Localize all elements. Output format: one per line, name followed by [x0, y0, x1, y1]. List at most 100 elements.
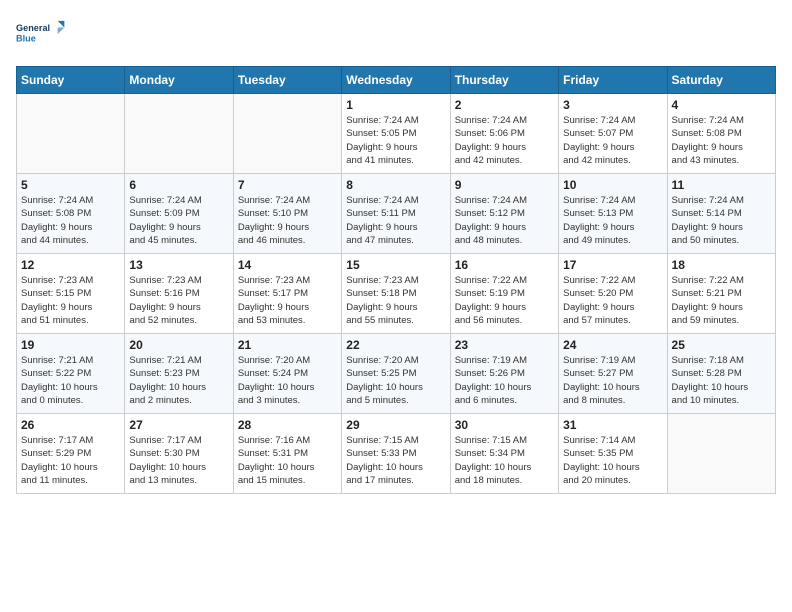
- day-of-week-header: Monday: [125, 67, 233, 94]
- day-info: Sunrise: 7:23 AM Sunset: 5:17 PM Dayligh…: [238, 274, 337, 327]
- day-info: Sunrise: 7:23 AM Sunset: 5:16 PM Dayligh…: [129, 274, 228, 327]
- calendar-cell: [125, 94, 233, 174]
- calendar-cell: 28Sunrise: 7:16 AM Sunset: 5:31 PM Dayli…: [233, 414, 341, 494]
- calendar-cell: 14 Sunrise: 7:23 AM Sunset: 5:17 PM Dayli…: [233, 254, 341, 334]
- day-number: 1: [346, 98, 445, 112]
- calendar-cell: 4 Sunrise: 7:24 AM Sunset: 5:08 PM Daylig…: [667, 94, 775, 174]
- day-number: 25: [672, 338, 771, 352]
- day-number: 21: [238, 338, 337, 352]
- calendar-cell: 6 Sunrise: 7:24 AM Sunset: 5:09 PM Daylig…: [125, 174, 233, 254]
- day-number: 16: [455, 258, 554, 272]
- day-info: Sunrise: 7:24 AM Sunset: 5:11 PM Dayligh…: [346, 194, 445, 247]
- day-number: 6: [129, 178, 228, 192]
- day-info: Sunrise: 7:24 AM Sunset: 5:14 PM Dayligh…: [672, 194, 771, 247]
- calendar-cell: 27 Sunrise: 7:17 AM Sunset: 5:30 PM Dayli…: [125, 414, 233, 494]
- day-number: 20: [129, 338, 228, 352]
- calendar-cell: 2 Sunrise: 7:24 AM Sunset: 5:06 PM Daylig…: [450, 94, 558, 174]
- day-info: Sunrise: 7:24 AM Sunset: 5:12 PM Dayligh…: [455, 194, 554, 247]
- day-info: Sunrise: 7:24 AM Sunset: 5:05 PM Dayligh…: [346, 114, 445, 167]
- day-number: 26: [21, 418, 120, 432]
- day-info: Sunrise: 7:15 AM Sunset: 5:34 PM Dayligh…: [455, 434, 554, 487]
- day-number: 27: [129, 418, 228, 432]
- svg-text:Blue: Blue: [16, 34, 36, 44]
- calendar-cell: 13 Sunrise: 7:23 AM Sunset: 5:16 PM Dayli…: [125, 254, 233, 334]
- day-info: Sunrise: 7:22 AM Sunset: 5:20 PM Dayligh…: [563, 274, 662, 327]
- day-number: 13: [129, 258, 228, 272]
- calendar-cell: 9 Sunrise: 7:24 AM Sunset: 5:12 PM Daylig…: [450, 174, 558, 254]
- calendar-cell: [233, 94, 341, 174]
- day-of-week-header: Sunday: [17, 67, 125, 94]
- day-info: Sunrise: 7:19 AM Sunset: 5:27 PM Dayligh…: [563, 354, 662, 407]
- day-info: Sunrise: 7:22 AM Sunset: 5:21 PM Dayligh…: [672, 274, 771, 327]
- day-number: 3: [563, 98, 662, 112]
- day-info: Sunrise: 7:18 AM Sunset: 5:28 PM Dayligh…: [672, 354, 771, 407]
- calendar-cell: 20 Sunrise: 7:21 AM Sunset: 5:23 PM Dayli…: [125, 334, 233, 414]
- day-info: Sunrise: 7:24 AM Sunset: 5:09 PM Dayligh…: [129, 194, 228, 247]
- calendar-cell: [17, 94, 125, 174]
- day-info: Sunrise: 7:24 AM Sunset: 5:06 PM Dayligh…: [455, 114, 554, 167]
- logo: General Blue: [16, 16, 66, 54]
- day-of-week-header: Saturday: [667, 67, 775, 94]
- day-number: 2: [455, 98, 554, 112]
- day-info: Sunrise: 7:24 AM Sunset: 5:10 PM Dayligh…: [238, 194, 337, 247]
- day-number: 23: [455, 338, 554, 352]
- calendar-cell: 23 Sunrise: 7:19 AM Sunset: 5:26 PM Dayli…: [450, 334, 558, 414]
- calendar-cell: 24Sunrise: 7:19 AM Sunset: 5:27 PM Dayli…: [559, 334, 667, 414]
- header: General Blue: [16, 16, 776, 54]
- day-info: Sunrise: 7:19 AM Sunset: 5:26 PM Dayligh…: [455, 354, 554, 407]
- day-number: 7: [238, 178, 337, 192]
- calendar-cell: 12 Sunrise: 7:23 AM Sunset: 5:15 PM Dayli…: [17, 254, 125, 334]
- day-info: Sunrise: 7:15 AM Sunset: 5:33 PM Dayligh…: [346, 434, 445, 487]
- day-number: 12: [21, 258, 120, 272]
- calendar-cell: [667, 414, 775, 494]
- calendar-cell: 15Sunrise: 7:23 AM Sunset: 5:18 PM Dayli…: [342, 254, 450, 334]
- day-info: Sunrise: 7:21 AM Sunset: 5:23 PM Dayligh…: [129, 354, 228, 407]
- day-number: 19: [21, 338, 120, 352]
- day-of-week-header: Tuesday: [233, 67, 341, 94]
- day-info: Sunrise: 7:17 AM Sunset: 5:29 PM Dayligh…: [21, 434, 120, 487]
- day-number: 9: [455, 178, 554, 192]
- day-number: 28: [238, 418, 337, 432]
- calendar-cell: 22 Sunrise: 7:20 AM Sunset: 5:25 PM Dayli…: [342, 334, 450, 414]
- day-info: Sunrise: 7:22 AM Sunset: 5:19 PM Dayligh…: [455, 274, 554, 327]
- day-number: 30: [455, 418, 554, 432]
- calendar-cell: 26 Sunrise: 7:17 AM Sunset: 5:29 PM Dayli…: [17, 414, 125, 494]
- calendar-cell: 30 Sunrise: 7:15 AM Sunset: 5:34 PM Dayli…: [450, 414, 558, 494]
- day-info: Sunrise: 7:24 AM Sunset: 5:08 PM Dayligh…: [672, 114, 771, 167]
- calendar-cell: 16 Sunrise: 7:22 AM Sunset: 5:19 PM Dayli…: [450, 254, 558, 334]
- logo-svg: General Blue: [16, 16, 66, 54]
- day-of-week-header: Thursday: [450, 67, 558, 94]
- calendar-cell: 10 Sunrise: 7:24 AM Sunset: 5:13 PM Dayli…: [559, 174, 667, 254]
- calendar-cell: 7 Sunrise: 7:24 AM Sunset: 5:10 PM Daylig…: [233, 174, 341, 254]
- calendar-cell: 25 Sunrise: 7:18 AM Sunset: 5:28 PM Dayli…: [667, 334, 775, 414]
- day-info: Sunrise: 7:23 AM Sunset: 5:15 PM Dayligh…: [21, 274, 120, 327]
- calendar-cell: 21Sunrise: 7:20 AM Sunset: 5:24 PM Dayli…: [233, 334, 341, 414]
- calendar-cell: 11Sunrise: 7:24 AM Sunset: 5:14 PM Dayli…: [667, 174, 775, 254]
- day-info: Sunrise: 7:14 AM Sunset: 5:35 PM Dayligh…: [563, 434, 662, 487]
- day-info: Sunrise: 7:20 AM Sunset: 5:25 PM Dayligh…: [346, 354, 445, 407]
- day-number: 14: [238, 258, 337, 272]
- calendar-cell: 18 Sunrise: 7:22 AM Sunset: 5:21 PM Dayli…: [667, 254, 775, 334]
- day-number: 4: [672, 98, 771, 112]
- day-number: 5: [21, 178, 120, 192]
- calendar-cell: 3 Sunrise: 7:24 AM Sunset: 5:07 PM Daylig…: [559, 94, 667, 174]
- calendar-cell: 1 Sunrise: 7:24 AM Sunset: 5:05 PM Daylig…: [342, 94, 450, 174]
- day-info: Sunrise: 7:24 AM Sunset: 5:07 PM Dayligh…: [563, 114, 662, 167]
- day-number: 17: [563, 258, 662, 272]
- day-of-week-header: Wednesday: [342, 67, 450, 94]
- day-number: 8: [346, 178, 445, 192]
- day-number: 10: [563, 178, 662, 192]
- day-info: Sunrise: 7:17 AM Sunset: 5:30 PM Dayligh…: [129, 434, 228, 487]
- calendar-cell: 17 Sunrise: 7:22 AM Sunset: 5:20 PM Dayli…: [559, 254, 667, 334]
- calendar-table: SundayMondayTuesdayWednesdayThursdayFrid…: [16, 66, 776, 494]
- svg-text:General: General: [16, 23, 50, 33]
- calendar-cell: 5Sunrise: 7:24 AM Sunset: 5:08 PM Daylig…: [17, 174, 125, 254]
- calendar-cell: 19 Sunrise: 7:21 AM Sunset: 5:22 PM Dayli…: [17, 334, 125, 414]
- day-info: Sunrise: 7:21 AM Sunset: 5:22 PM Dayligh…: [21, 354, 120, 407]
- calendar-cell: 8 Sunrise: 7:24 AM Sunset: 5:11 PM Daylig…: [342, 174, 450, 254]
- day-number: 18: [672, 258, 771, 272]
- day-number: 29: [346, 418, 445, 432]
- day-info: Sunrise: 7:24 AM Sunset: 5:13 PM Dayligh…: [563, 194, 662, 247]
- day-number: 22: [346, 338, 445, 352]
- calendar-cell: 31Sunrise: 7:14 AM Sunset: 5:35 PM Dayli…: [559, 414, 667, 494]
